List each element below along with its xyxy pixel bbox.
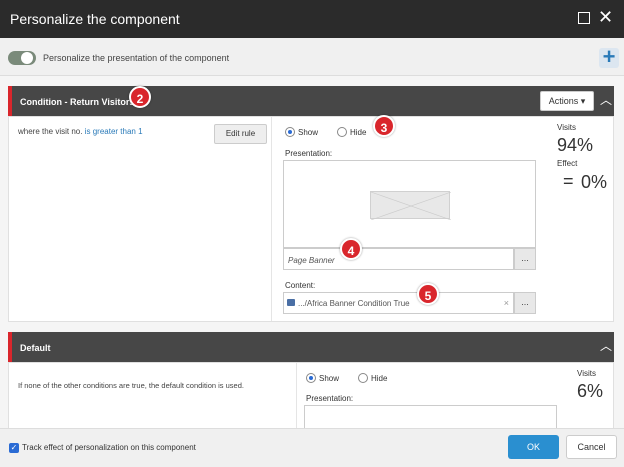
maximize-icon[interactable] xyxy=(578,12,590,24)
personalize-toolbar: Personalize the presentation of the comp… xyxy=(0,38,624,76)
presentation-preview xyxy=(304,405,557,428)
radio-selected-icon xyxy=(285,127,295,137)
show-radio[interactable]: Show xyxy=(306,373,339,383)
close-icon[interactable]: ✕ xyxy=(598,8,613,26)
effect-sign: = xyxy=(563,171,574,191)
callout-badge: 3 xyxy=(373,115,395,137)
rule-link[interactable]: is greater than 1 xyxy=(85,127,143,136)
hide-radio[interactable]: Hide xyxy=(358,373,387,383)
thumbnail-placeholder-icon xyxy=(370,191,452,221)
default-condition-header[interactable]: Default ︿ xyxy=(8,332,614,362)
add-condition-icon[interactable]: + xyxy=(599,46,619,68)
banner-thumbnail xyxy=(370,191,452,221)
effect-value: 0% xyxy=(581,172,608,192)
condition-name: Condition - Return Visitors xyxy=(20,97,135,107)
content-label: Content: xyxy=(285,281,316,290)
visits-label: Visits xyxy=(577,369,596,378)
actions-button[interactable]: Actions ▾ xyxy=(540,91,594,111)
visits-value: 6% xyxy=(577,381,604,401)
dialog-footer: ✓ Track effect of personalization on thi… xyxy=(0,428,624,467)
rule-text: where the visit no. is greater than 1 xyxy=(18,127,143,136)
show-radio[interactable]: Show xyxy=(285,127,318,137)
monitor-icon xyxy=(287,299,295,306)
conditions-list[interactable]: Condition - Return Visitors Actions ▾ ︿ … xyxy=(0,76,624,428)
content-browse-button[interactable]: ... xyxy=(514,292,536,314)
default-rule-text: If none of the other conditions are true… xyxy=(18,381,244,390)
column-divider xyxy=(296,363,297,428)
edit-rule-button[interactable]: Edit rule xyxy=(214,124,267,144)
presentation-preview xyxy=(283,160,536,248)
presentation-label: Presentation: xyxy=(285,149,333,158)
radio-empty-icon xyxy=(358,373,368,383)
visits-value: 94% xyxy=(557,135,594,155)
hide-radio[interactable]: Hide xyxy=(337,127,366,137)
track-label: Track effect of personalization on this … xyxy=(22,443,196,452)
condition-name: Default xyxy=(20,343,51,353)
column-divider xyxy=(271,117,272,321)
condition-body: where the visit no. is greater than 1 Ed… xyxy=(8,116,614,322)
presentation-label: Presentation: xyxy=(306,394,354,403)
ok-button[interactable]: OK xyxy=(508,435,559,459)
callout-badge: 5 xyxy=(417,283,439,305)
chevron-up-icon[interactable]: ︿ xyxy=(600,340,612,352)
cancel-button[interactable]: Cancel xyxy=(566,435,617,459)
condition-header[interactable]: Condition - Return Visitors Actions ▾ ︿ xyxy=(8,86,614,116)
toolbar-label: Personalize the presentation of the comp… xyxy=(43,53,230,63)
chevron-up-icon[interactable]: ︿ xyxy=(600,94,612,106)
dialog-titlebar: Personalize the component ✕ xyxy=(0,0,624,38)
visits-label: Visits xyxy=(557,123,576,132)
dialog-title: Personalize the component xyxy=(10,11,180,27)
callout-badge: 4 xyxy=(340,238,362,260)
callout-badge: 2 xyxy=(129,86,151,108)
personalize-toggle[interactable] xyxy=(8,51,36,65)
radio-empty-icon xyxy=(337,127,347,137)
presentation-field[interactable]: Page Banner xyxy=(283,248,514,270)
content-field[interactable]: .../Africa Banner Condition True × xyxy=(283,292,514,314)
clear-icon[interactable]: × xyxy=(504,298,509,308)
radio-selected-icon xyxy=(306,373,316,383)
track-checkbox[interactable]: ✓ xyxy=(9,443,19,453)
presentation-browse-button[interactable]: ... xyxy=(514,248,536,270)
effect-label: Effect xyxy=(557,159,578,168)
default-condition-body: If none of the other conditions are true… xyxy=(8,362,614,428)
